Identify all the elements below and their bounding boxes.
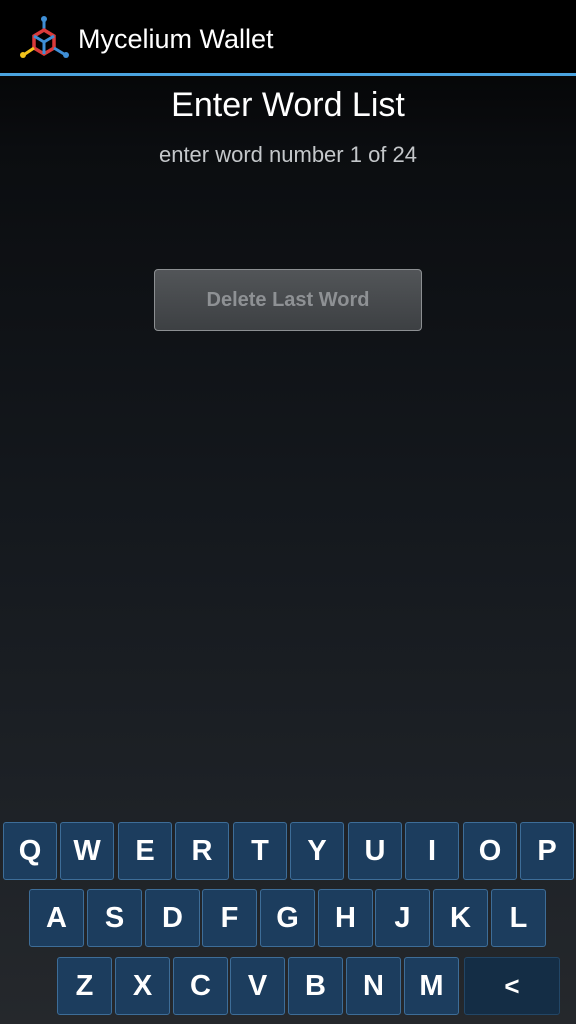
- key-i[interactable]: I: [405, 822, 459, 880]
- key-w[interactable]: W: [60, 822, 114, 880]
- key-p[interactable]: P: [520, 822, 574, 880]
- key-h[interactable]: H: [318, 889, 373, 947]
- action-bar-divider: [0, 73, 576, 76]
- key-y[interactable]: Y: [290, 822, 344, 880]
- key-l[interactable]: L: [491, 889, 546, 947]
- key-b[interactable]: B: [288, 957, 343, 1015]
- key-q[interactable]: Q: [3, 822, 57, 880]
- key-c[interactable]: C: [173, 957, 228, 1015]
- key-v[interactable]: V: [230, 957, 285, 1015]
- word-progress-text: enter word number 1 of 24: [158, 142, 418, 167]
- key-s[interactable]: S: [87, 889, 142, 947]
- key-r[interactable]: R: [175, 822, 229, 880]
- delete-last-word-button[interactable]: Delete Last Word: [154, 269, 422, 331]
- key-a[interactable]: A: [29, 889, 84, 947]
- key-u[interactable]: U: [348, 822, 402, 880]
- key-g[interactable]: G: [260, 889, 315, 947]
- mycelium-logo-icon: [20, 16, 69, 58]
- key-d[interactable]: D: [145, 889, 200, 947]
- key-x[interactable]: X: [115, 957, 170, 1015]
- key-k[interactable]: K: [433, 889, 488, 947]
- key-e[interactable]: E: [118, 822, 172, 880]
- backspace-key[interactable]: <: [464, 957, 560, 1015]
- key-n[interactable]: N: [346, 957, 401, 1015]
- key-z[interactable]: Z: [57, 957, 112, 1015]
- key-f[interactable]: F: [202, 889, 257, 947]
- app-title: Mycelium Wallet: [78, 24, 274, 54]
- key-t[interactable]: T: [233, 822, 287, 880]
- page-title: Enter Word List: [171, 86, 405, 124]
- action-bar: Mycelium Wallet: [0, 0, 576, 73]
- key-j[interactable]: J: [375, 889, 430, 947]
- key-o[interactable]: O: [463, 822, 517, 880]
- key-m[interactable]: M: [404, 957, 459, 1015]
